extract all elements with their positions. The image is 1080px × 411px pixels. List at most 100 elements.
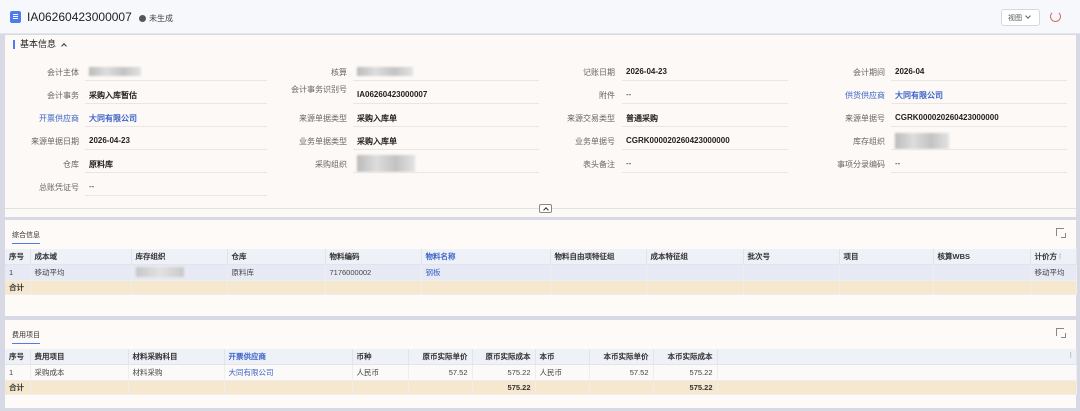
field-value-source-doc-date: 2026-04-23 (89, 136, 130, 145)
cell (550, 280, 647, 295)
col-header: 物料编码 (325, 249, 422, 265)
field-underline (891, 126, 1067, 127)
field-underline (353, 103, 539, 104)
field-underline (622, 80, 788, 81)
col-header: 库存组织 (131, 249, 228, 265)
field-label-accounting-affair: 会计事务 (47, 91, 79, 100)
tab-general-info[interactable]: 综合信息 (12, 230, 40, 244)
field-underline (85, 149, 267, 150)
sum-label: 合计 (5, 280, 31, 295)
field-underline (891, 103, 1067, 104)
col-header: 物料名称 (421, 249, 551, 265)
field-label-source-doc-type: 来源单据类型 (299, 114, 347, 123)
table-row[interactable]: 1 移动平均 原料库 7176000002 钢板 移动平均 (5, 264, 1077, 281)
cell (325, 280, 422, 295)
col-header: 本币 (535, 349, 590, 365)
fee-header-row: 序号 费用项目 材料采购科目 开票供应商 币种 原币实际单价 原币实际成本 本币… (5, 349, 1077, 365)
cell: 57.52 (589, 364, 654, 381)
field-value-biz-doc-type: 采购入库单 (357, 137, 397, 146)
field-underline (353, 126, 539, 127)
blurred-value (135, 267, 184, 277)
field-label-source-doc-date: 来源单据日期 (31, 137, 79, 146)
col-header: 成本域 (30, 249, 132, 265)
cell (933, 280, 1031, 295)
sum-orig-cost: 575.22 (472, 380, 536, 395)
field-value-attachment[interactable]: -- (626, 90, 631, 99)
field-underline (622, 149, 788, 150)
field-label-accounting: 核算 (331, 68, 347, 77)
cell (717, 380, 1077, 395)
field-label-header-remark: 表头备注 (583, 160, 615, 169)
collapse-button[interactable] (539, 204, 552, 213)
field-label-source-trade-type: 来源交易类型 (567, 114, 615, 123)
col-header: 序号 (5, 249, 31, 265)
col-header: 序号 (5, 349, 31, 365)
field-value-affair-id: IA06260423000007 (357, 90, 428, 99)
fee-table: 序号 费用项目 材料采购科目 开票供应商 币种 原币实际单价 原币实际成本 本币… (5, 349, 1077, 395)
sum-row: 合计 (5, 280, 1077, 295)
field-value-entry-code: -- (895, 159, 901, 168)
expand-icon[interactable] (1056, 328, 1066, 338)
cell (743, 280, 840, 295)
field-value-accounting-affair: 采购入库暂估 (89, 91, 137, 100)
col-header: ⫶ (717, 349, 1077, 365)
cell (839, 280, 934, 295)
field-label-biz-doc-type: 业务单据类型 (299, 137, 347, 146)
cell (352, 380, 409, 395)
field-label-inventory-org: 库存组织 (853, 137, 885, 146)
basic-info-title[interactable]: 基本信息 (13, 39, 67, 49)
col-header: 物料自由项特征组 (550, 249, 647, 265)
chevron-down-icon (1025, 13, 1031, 19)
expand-icon[interactable] (1056, 228, 1066, 238)
field-underline (85, 126, 267, 127)
cell-link[interactable]: 大同有限公司 (224, 364, 353, 381)
field-underline (353, 149, 539, 150)
refresh-icon[interactable] (1050, 11, 1061, 22)
cell (535, 380, 590, 395)
col-header: 仓库 (227, 249, 326, 265)
field-underline (85, 103, 267, 104)
field-label-accounting-entity: 会计主体 (47, 68, 79, 77)
col-header: 批次号 (743, 249, 840, 265)
field-value-supplier[interactable]: 大同有限公司 (895, 90, 943, 101)
column-settings-icon[interactable]: ⫶ (1070, 353, 1072, 360)
cell (131, 264, 228, 281)
cell (646, 264, 744, 281)
cell (550, 264, 647, 281)
col-header: 核算WBS (933, 249, 1031, 265)
cell: 57.52 (408, 364, 473, 381)
field-value-period: 2026-04 (895, 67, 925, 76)
col-header: 材料采购科目 (128, 349, 225, 365)
field-value-warehouse: 原料库 (89, 160, 113, 169)
field-value-biz-doc-no: CGRK000020260423000000 (626, 136, 730, 145)
cell (408, 380, 473, 395)
cell (30, 280, 132, 295)
tab-fee-items[interactable]: 费用项目 (12, 330, 40, 344)
status-badge: 未生成 (139, 13, 173, 24)
col-header: 项目 (839, 249, 934, 265)
field-value-purchase-org (357, 155, 415, 172)
view-select[interactable]: 视图 (1001, 9, 1040, 26)
field-value-invoice-supplier[interactable]: 大同有限公司 (89, 113, 137, 124)
cell: 1 (5, 264, 31, 281)
basic-info-title-text: 基本信息 (20, 39, 57, 49)
detail-header-row: 序号 成本域 库存组织 仓库 物料编码 物料名称 物料自由项特征组 成本特征组 … (5, 249, 1077, 265)
cell (227, 280, 326, 295)
field-label-biz-doc-no: 业务单据号 (575, 137, 615, 146)
cell (128, 380, 225, 395)
field-label-purchase-org: 采购组织 (315, 160, 347, 169)
field-value-source-trade-type: 普通采购 (626, 114, 658, 123)
field-label-entry-code: 事项分录编码 (837, 160, 885, 169)
field-label-gl-voucher: 总账凭证号 (39, 183, 79, 192)
cell: 575.22 (472, 364, 536, 381)
fee-panel: 费用项目 序号 费用项目 材料采购科目 开票供应商 币种 原币实际单价 原币实际… (5, 320, 1077, 408)
field-underline (622, 172, 788, 173)
cell-link[interactable]: 钢板 (421, 264, 551, 281)
sum-row: 合计 575.22 575.22 (5, 380, 1077, 395)
sum-label: 合计 (5, 380, 31, 395)
col-header: 本币实际单价 (589, 349, 654, 365)
table-row[interactable]: 1 采购成本 材料采购 大同有限公司 人民币 57.52 575.22 人民币 … (5, 364, 1077, 381)
column-settings-icon[interactable]: ⫶ (1059, 254, 1061, 261)
col-header: 原币实际单价 (408, 349, 473, 365)
field-underline (85, 172, 267, 173)
